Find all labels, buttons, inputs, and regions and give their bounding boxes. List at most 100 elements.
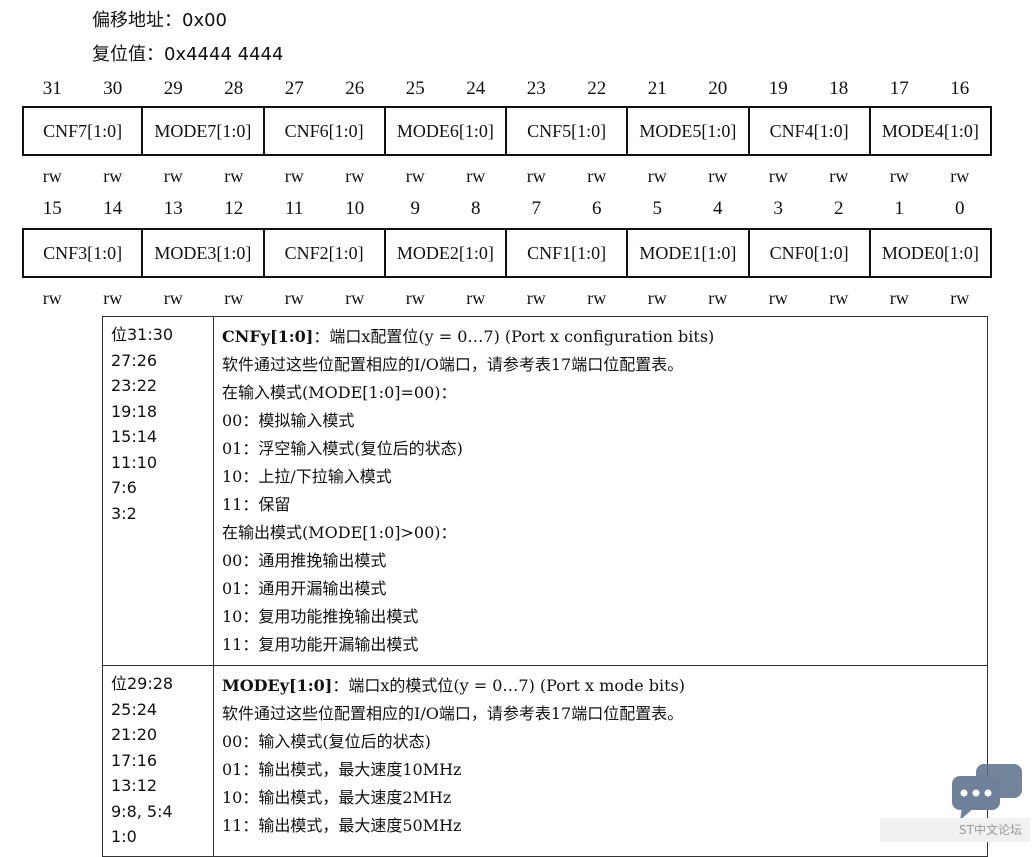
description-line: 00：输入模式(复位后的状态) bbox=[222, 732, 431, 751]
cnf-title-text: ：端口x配置位(y = 0…7) (Port x configuration b… bbox=[313, 327, 715, 346]
register-field: CNF6[1:0] bbox=[262, 108, 384, 154]
bit-number: 30 bbox=[103, 78, 123, 99]
bit-range: 3:2 bbox=[111, 503, 137, 523]
access-rw: rw bbox=[103, 288, 123, 308]
description-line: 软件通过这些位配置相应的I/O端口，请参考表17端口位配置表。 bbox=[222, 704, 684, 723]
register-field: CNF1[1:0] bbox=[505, 230, 626, 276]
access-rw: rw bbox=[224, 288, 244, 308]
chat-bubble-icon bbox=[952, 764, 1022, 820]
description-line: 00：通用推挽输出模式 bbox=[222, 551, 387, 570]
register-field: MODE6[1:0] bbox=[383, 108, 505, 154]
bit-number: 29 bbox=[163, 78, 183, 99]
bit-range: 位31:30 bbox=[111, 325, 174, 344]
access-rw: rw bbox=[466, 288, 486, 308]
access-rw: rw bbox=[526, 166, 546, 186]
bit-number: 20 bbox=[708, 78, 728, 99]
mode-title-field: MODEy[1:0] bbox=[222, 676, 333, 695]
offset-value: 0x00 bbox=[182, 10, 228, 31]
bit-number: 2 bbox=[834, 198, 844, 219]
bit-number: 31 bbox=[42, 78, 62, 99]
access-rw: rw bbox=[163, 166, 183, 186]
register-field: CNF7[1:0] bbox=[43, 120, 123, 141]
bit-number: 4 bbox=[713, 198, 723, 219]
reset-label: 复位值： bbox=[92, 44, 164, 65]
bit-range: 17:16 bbox=[111, 750, 158, 770]
description-line: 01：输出模式，最大速度10MHz bbox=[222, 760, 462, 779]
access-rw: rw bbox=[768, 288, 788, 308]
access-rw: rw bbox=[950, 166, 970, 186]
mode-row: 位29:28 25:24 21:20 17:16 13:12 9:8, 5:4 1:0 MO… bbox=[102, 665, 988, 857]
bit-number: 13 bbox=[163, 198, 183, 219]
bit-range: 9:8, 5:4 bbox=[111, 801, 173, 821]
bit-number: 25 bbox=[405, 78, 425, 99]
access-rw: rw bbox=[405, 288, 425, 308]
register-field: MODE0[1:0] bbox=[868, 230, 990, 276]
register-field: CNF2[1:0] bbox=[262, 230, 384, 276]
register-field: MODE4[1:0] bbox=[868, 108, 990, 154]
description-line: 11：输出模式，最大速度50MHz bbox=[222, 816, 462, 835]
upper-access-row: rw rw rw rw rw rw rw rw rw rw rw rw rw rw rw rw bbox=[22, 166, 990, 186]
bit-range: 23:22 bbox=[111, 376, 158, 395]
access-rw: rw bbox=[889, 166, 909, 186]
bit-number: 19 bbox=[768, 78, 788, 99]
access-rw: rw bbox=[103, 166, 123, 186]
description-line: 10：上拉/下拉输入模式 bbox=[222, 467, 392, 486]
access-rw: rw bbox=[708, 166, 728, 186]
lower-register-fields: CNF3[1:0] MODE3[1:0] CNF2[1:0] MODE2[1:0] CN… bbox=[22, 228, 992, 278]
register-field: CNF0[1:0] bbox=[747, 230, 869, 276]
register-field: MODE5[1:0] bbox=[626, 108, 747, 154]
bit-number: 3 bbox=[773, 198, 784, 219]
bit-number: 0 bbox=[955, 198, 965, 219]
reset-value: 复位值：0x4444 4444 bbox=[92, 40, 283, 66]
access-rw: rw bbox=[345, 166, 365, 186]
cnf-title-field: CNFy[1:0] bbox=[222, 327, 314, 346]
bit-range: 19:18 bbox=[111, 401, 158, 421]
access-rw: rw bbox=[647, 288, 667, 308]
bit-number: 14 bbox=[103, 198, 123, 219]
offset-label: 偏移地址： bbox=[92, 10, 182, 31]
bit-number: 28 bbox=[224, 78, 244, 99]
access-rw: rw bbox=[889, 288, 909, 308]
register-field: CNF3[1:0] bbox=[43, 242, 123, 263]
cnf-bit-ranges: 位31:30 27:26 23:22 19:18 15:14 11:10 7:6 3:2 bbox=[102, 316, 214, 666]
access-rw: rw bbox=[405, 166, 425, 186]
mode-description: MODEy[1:0]：端口x的模式位(y = 0…7) (Port x mode… bbox=[213, 665, 988, 857]
access-rw: rw bbox=[708, 288, 728, 308]
access-rw: rw bbox=[466, 166, 486, 186]
bit-number: 10 bbox=[345, 198, 365, 219]
bit-range: 21:20 bbox=[111, 725, 158, 744]
lower-access-row: rw rw rw rw rw rw rw rw rw rw rw rw rw rw rw rw bbox=[22, 288, 990, 308]
upper-bit-numbers: 31 30 29 28 27 26 25 24 23 22 21 20 19 18 17 16 bbox=[22, 78, 990, 100]
register-field: MODE1[1:0] bbox=[626, 230, 747, 276]
access-rw: rw bbox=[768, 166, 788, 186]
register-field: CNF4[1:0] bbox=[747, 108, 869, 154]
access-rw: rw bbox=[829, 166, 849, 186]
description-line: 在输出模式(MODE[1:0]>00)： bbox=[222, 523, 457, 542]
watermark: ST中文论坛 bbox=[880, 818, 1030, 842]
bit-range: 13:12 bbox=[111, 776, 158, 795]
register-field: MODE2[1:0] bbox=[383, 230, 505, 276]
bit-number: 15 bbox=[42, 198, 62, 219]
bit-range: 15:14 bbox=[111, 427, 158, 446]
access-rw: rw bbox=[950, 288, 970, 308]
bit-range: 11:10 bbox=[111, 452, 158, 472]
bit-range: 位29:28 bbox=[111, 674, 174, 693]
description-line: 10：输出模式，最大速度2MHz bbox=[222, 788, 452, 807]
bit-number: 8 bbox=[471, 198, 481, 219]
bit-number: 17 bbox=[889, 78, 909, 99]
bit-number: 12 bbox=[224, 198, 244, 219]
bit-description-table: 位31:30 27:26 23:22 19:18 15:14 11:10 7:6 3:2 CN… bbox=[102, 316, 988, 857]
description-line: 01：通用开漏输出模式 bbox=[222, 579, 387, 598]
cnf-title: CNFy[1:0]：端口x配置位(y = 0…7) (Port x config… bbox=[222, 323, 979, 351]
description-line: 10：复用功能推挽输出模式 bbox=[222, 607, 419, 626]
upper-register-fields: CNF7[1:0] MODE7[1:0] CNF6[1:0] MODE6[1:0] CN… bbox=[22, 106, 992, 156]
bit-range: 7:6 bbox=[111, 478, 137, 497]
register-field: MODE3[1:0] bbox=[141, 230, 262, 276]
lower-bit-numbers: 15 14 13 12 11 10 9 8 7 6 5 4 3 2 1 0 bbox=[22, 198, 990, 220]
access-rw: rw bbox=[587, 166, 607, 186]
mode-title-text: ：端口x的模式位(y = 0…7) (Port x mode bits) bbox=[332, 676, 686, 695]
description-line: 在输入模式(MODE[1:0]=00)： bbox=[222, 383, 457, 402]
bit-number: 9 bbox=[410, 198, 421, 219]
description-line: 11：复用功能开漏输出模式 bbox=[222, 635, 419, 654]
cnf-row: 位31:30 27:26 23:22 19:18 15:14 11:10 7:6 3:2 CN… bbox=[102, 316, 988, 666]
